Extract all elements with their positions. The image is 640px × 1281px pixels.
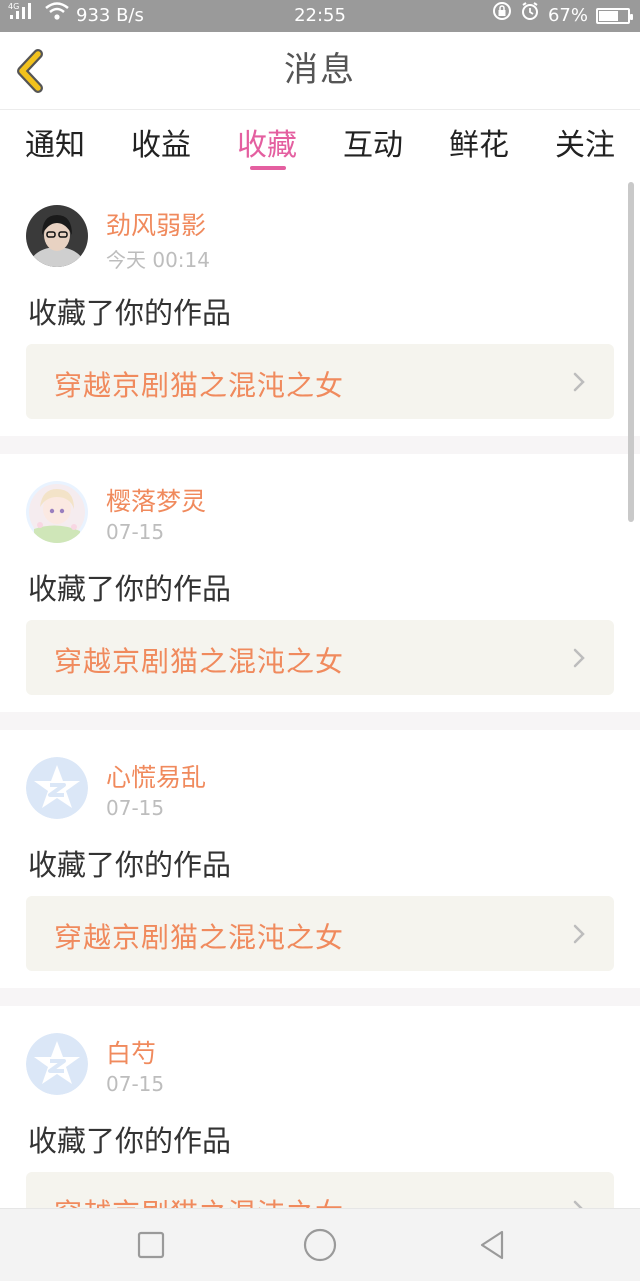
page-title: 消息 xyxy=(284,50,356,90)
recent-apps-button[interactable] xyxy=(133,1227,169,1263)
square-icon xyxy=(137,1231,165,1259)
battery-level: 67% xyxy=(547,5,588,26)
message-card: 劲风弱影 今天 00:14 收藏了你的作品 穿越京剧猫之混沌之女 xyxy=(0,178,640,436)
system-navigation-bar xyxy=(0,1208,640,1281)
work-title: 穿越京剧猫之混沌之女 xyxy=(54,645,345,678)
tab-earnings[interactable]: 收益 xyxy=(116,120,206,164)
avatar[interactable] xyxy=(26,481,88,543)
avatar[interactable] xyxy=(26,205,88,267)
avatar[interactable] xyxy=(26,757,88,819)
timestamp: 07-15 xyxy=(106,1072,165,1096)
message-card: 心慌易乱 07-15 收藏了你的作品 穿越京剧猫之混沌之女 xyxy=(0,730,640,988)
avatar[interactable] xyxy=(26,1033,88,1095)
chevron-right-icon xyxy=(573,924,585,944)
chevron-right-icon xyxy=(573,1200,583,1208)
alarm-icon xyxy=(520,0,540,32)
tab-flowers[interactable]: 鲜花 xyxy=(434,120,524,164)
tab-bar: 通知 收益 收藏 互动 鲜花 关注 xyxy=(0,110,640,178)
username[interactable]: 白芍 xyxy=(106,1034,156,1070)
username[interactable]: 劲风弱影 xyxy=(106,206,206,242)
header: 消息 xyxy=(0,32,640,110)
timestamp: 07-15 xyxy=(106,796,165,820)
status-bar: 4G 933 B/s 22:55 67% xyxy=(0,0,640,32)
message-card: 樱落梦灵 07-15 收藏了你的作品 穿越京剧猫之混沌之女 xyxy=(0,454,640,712)
timestamp: 07-15 xyxy=(106,520,165,544)
work-link[interactable]: 穿越京剧猫之混沌之女 xyxy=(26,1172,614,1208)
work-title: 穿越京剧猫之混沌之女 xyxy=(54,921,345,954)
rotation-lock-icon xyxy=(492,0,512,32)
home-button[interactable] xyxy=(302,1227,338,1263)
divider xyxy=(0,436,640,454)
divider xyxy=(0,712,640,730)
tab-interaction[interactable]: 互动 xyxy=(328,120,418,164)
work-link[interactable]: 穿越京剧猫之混沌之女 xyxy=(26,896,614,971)
action-text: 收藏了你的作品 xyxy=(28,848,232,882)
tab-favorites[interactable]: 收藏 xyxy=(222,120,312,164)
circle-icon xyxy=(303,1228,337,1262)
action-text: 收藏了你的作品 xyxy=(28,296,232,330)
message-list[interactable]: 劲风弱影 今天 00:14 收藏了你的作品 穿越京剧猫之混沌之女 樱落梦灵 07… xyxy=(0,178,640,1208)
battery-icon xyxy=(596,8,633,24)
timestamp: 今天 00:14 xyxy=(106,248,210,272)
chevron-right-icon xyxy=(573,648,585,668)
work-title: 穿越京剧猫之混沌之女 xyxy=(54,369,345,402)
chevron-right-icon xyxy=(573,372,585,392)
work-link[interactable]: 穿越京剧猫之混沌之女 xyxy=(26,344,614,419)
username[interactable]: 樱落梦灵 xyxy=(106,482,206,518)
work-title: 穿越京剧猫之混沌之女 xyxy=(54,1192,344,1208)
tab-notice[interactable]: 通知 xyxy=(10,120,100,164)
action-text: 收藏了你的作品 xyxy=(28,572,232,606)
divider xyxy=(0,988,640,1006)
message-card: 白芍 07-15 收藏了你的作品 穿越京剧猫之混沌之女 xyxy=(0,1006,640,1208)
triangle-back-icon xyxy=(480,1230,504,1260)
tab-follow[interactable]: 关注 xyxy=(540,120,630,164)
active-tab-indicator xyxy=(250,166,286,170)
action-text: 收藏了你的作品 xyxy=(28,1124,232,1158)
scrollbar[interactable] xyxy=(628,182,634,522)
back-nav-button[interactable] xyxy=(474,1227,510,1263)
username[interactable]: 心慌易乱 xyxy=(106,758,206,794)
work-link[interactable]: 穿越京剧猫之混沌之女 xyxy=(26,620,614,695)
